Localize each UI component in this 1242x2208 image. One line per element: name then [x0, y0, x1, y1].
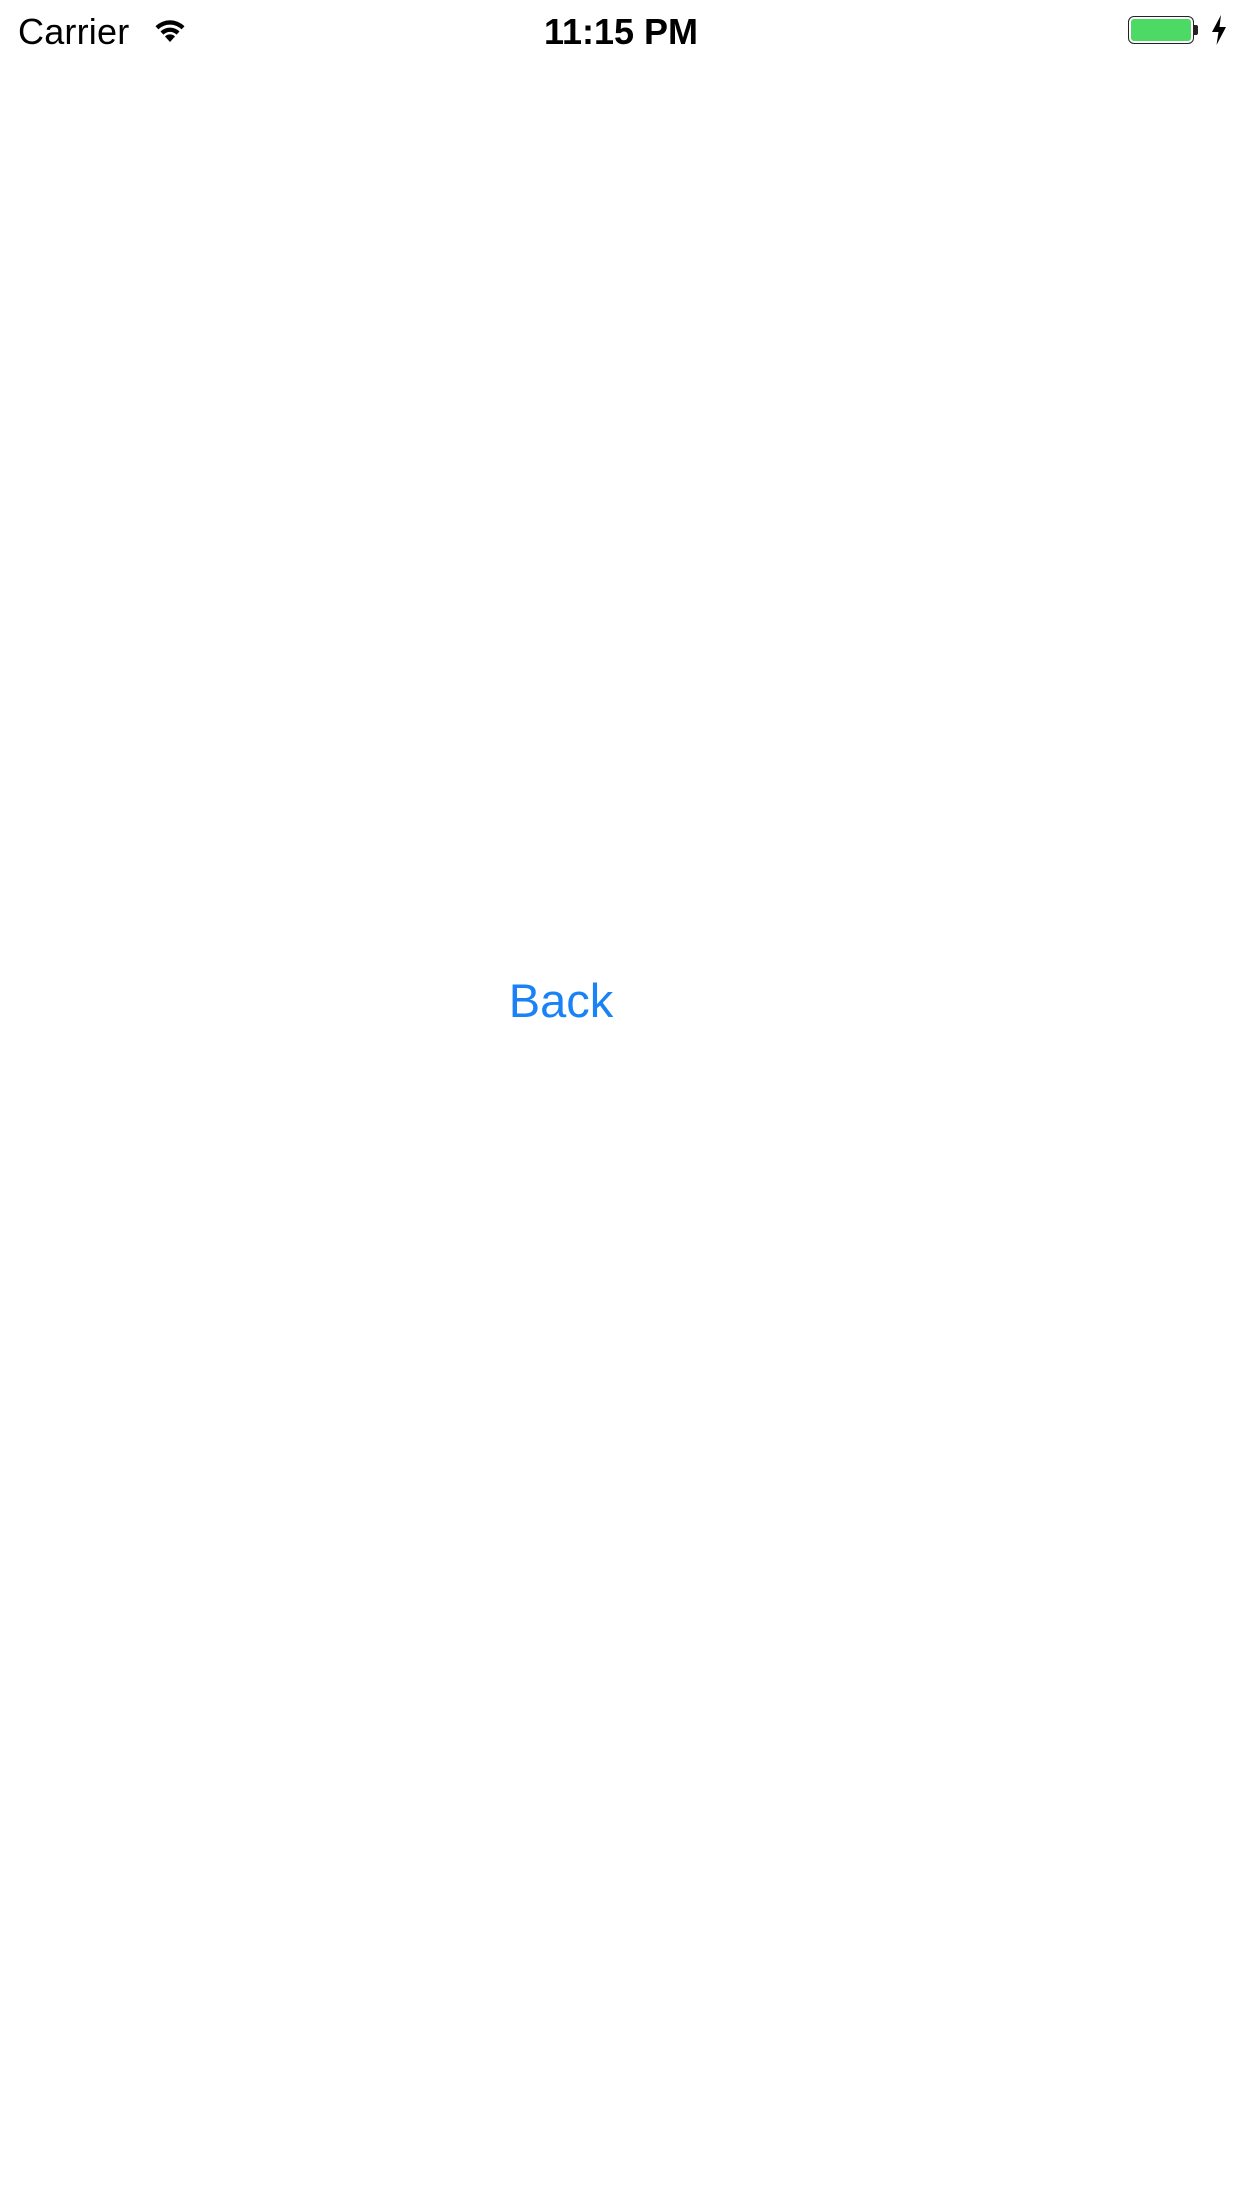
status-time: 11:15 PM [543, 11, 699, 52]
battery-icon [1128, 16, 1202, 46]
battery-level-fill [1131, 19, 1191, 41]
back-button[interactable]: Back [500, 966, 622, 1036]
battery-tip [1194, 25, 1198, 35]
charging-bolt-icon [1210, 14, 1228, 46]
battery-outline [1128, 16, 1194, 44]
status-bar: Carrier 11:15 PM [0, 0, 1242, 60]
